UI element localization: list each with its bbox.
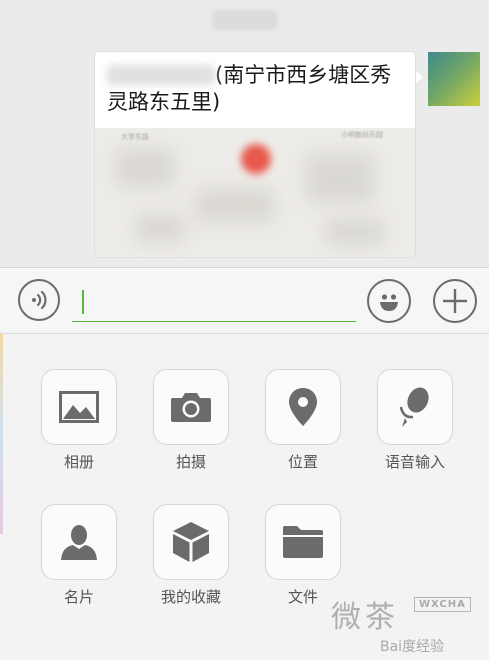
favorites-button[interactable] bbox=[153, 504, 229, 580]
contact-card-icon bbox=[61, 525, 97, 560]
watermark-baidu: Bai度经验 bbox=[380, 639, 445, 655]
emoji-button[interactable] bbox=[367, 279, 411, 323]
folder-icon bbox=[283, 526, 323, 558]
voice-icon bbox=[32, 290, 47, 310]
bubble-tail bbox=[415, 70, 423, 84]
file-button[interactable] bbox=[265, 504, 341, 580]
contact-card-button[interactable] bbox=[41, 504, 117, 580]
camera-button[interactable] bbox=[153, 369, 229, 445]
plus-button[interactable] bbox=[433, 279, 477, 323]
map-label: 大学东路 bbox=[121, 133, 149, 141]
plus-icon bbox=[443, 289, 467, 313]
album-label: 相册 bbox=[63, 453, 94, 471]
location-address: (南宁市西乡塘区秀灵路东五里) bbox=[107, 62, 407, 116]
map-thumbnail[interactable]: 大学东路 小明数码乐园 bbox=[95, 128, 415, 257]
location-pin-icon bbox=[289, 388, 317, 426]
location-message-bubble[interactable]: (南宁市西乡塘区秀灵路东五里) 大学东路 小明数码乐园 bbox=[95, 52, 415, 257]
voice-button[interactable] bbox=[18, 279, 60, 321]
blurred-place-name bbox=[107, 65, 215, 85]
edge-strip bbox=[0, 334, 3, 534]
emoji-icon bbox=[380, 294, 398, 311]
camera-label: 拍摄 bbox=[175, 453, 206, 471]
map-label: 小明数码乐园 bbox=[341, 131, 383, 139]
contact-card-label: 名片 bbox=[63, 588, 94, 606]
album-button[interactable] bbox=[41, 369, 117, 445]
message-input[interactable] bbox=[72, 287, 356, 322]
text-cursor bbox=[82, 290, 84, 314]
watermark-badge: WXCHA bbox=[414, 597, 471, 612]
favorites-label: 我的收藏 bbox=[160, 588, 221, 606]
photo-album-icon bbox=[59, 391, 99, 423]
voice-input-label: 语音输入 bbox=[384, 453, 445, 471]
map-pin-icon bbox=[241, 144, 271, 174]
watermark-brand: 微茶 bbox=[331, 600, 399, 635]
camera-icon bbox=[171, 393, 211, 422]
avatar[interactable] bbox=[428, 52, 480, 106]
favorites-box-icon bbox=[173, 522, 209, 562]
chat-history[interactable]: (南宁市西乡塘区秀灵路东五里) 大学东路 小明数码乐园 bbox=[0, 0, 489, 267]
microphone-icon bbox=[399, 387, 429, 427]
voice-input-button[interactable] bbox=[377, 369, 453, 445]
location-button[interactable] bbox=[265, 369, 341, 445]
timestamp-pill bbox=[212, 10, 278, 30]
location-label: 位置 bbox=[287, 453, 318, 471]
